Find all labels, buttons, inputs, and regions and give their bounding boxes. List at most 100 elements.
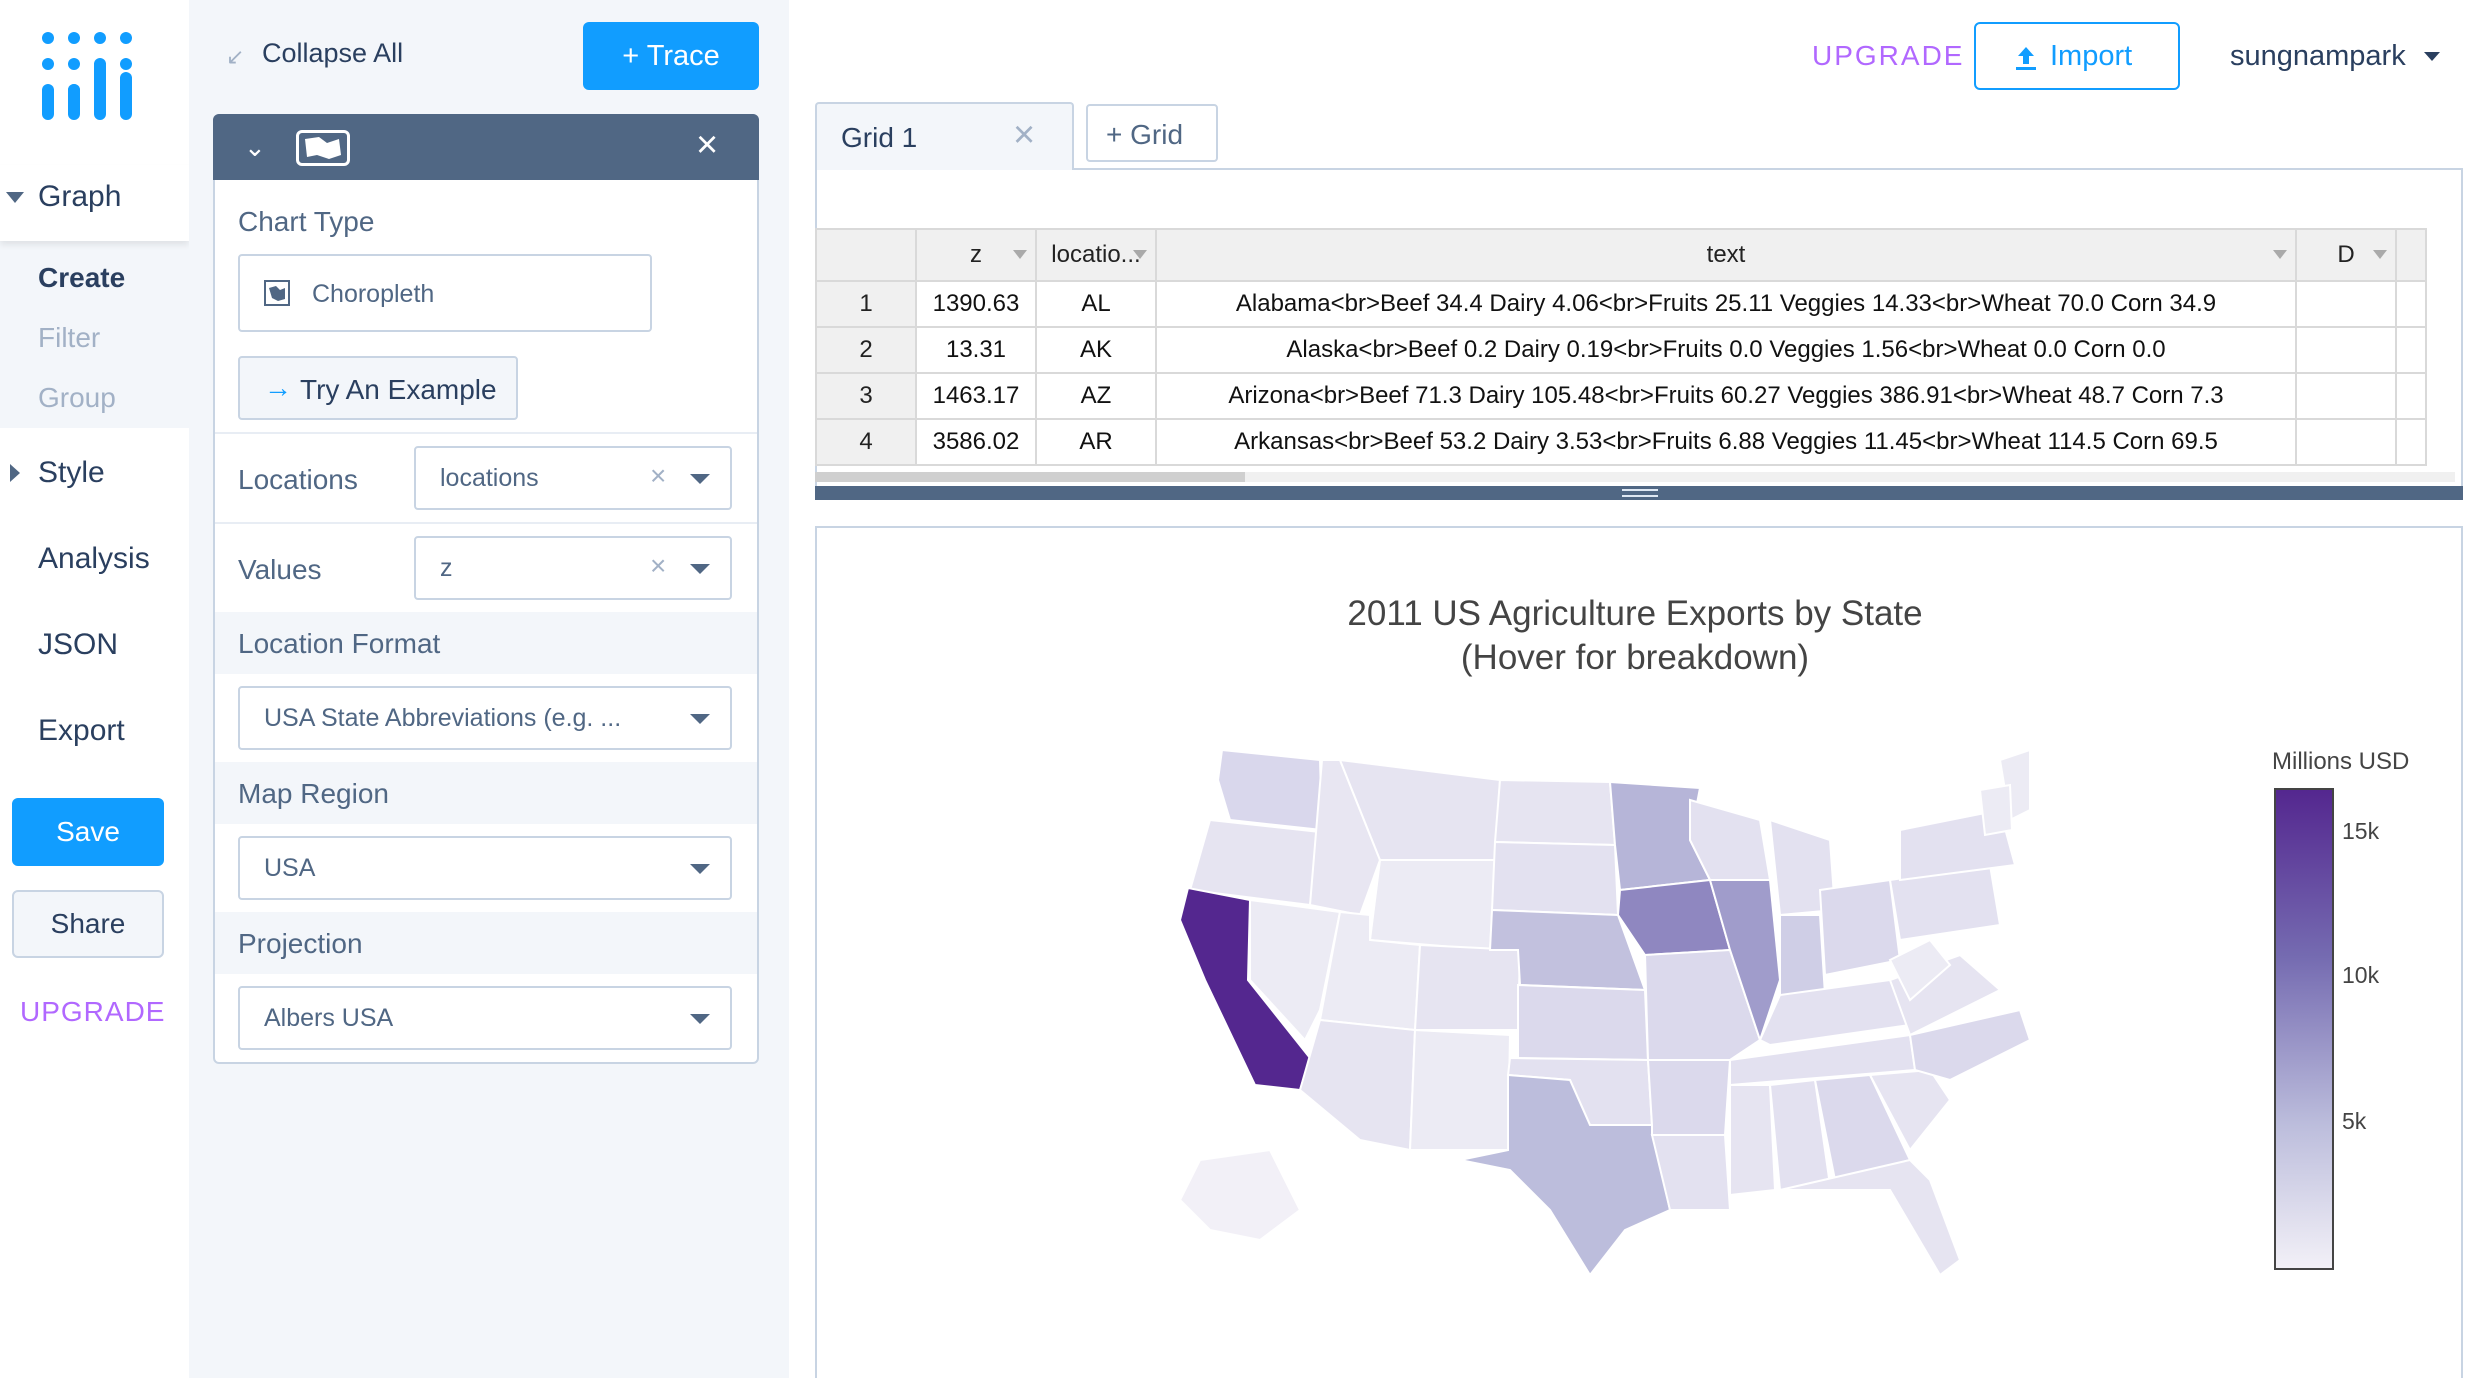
map-region-select[interactable]: USA [238, 836, 732, 900]
grid-cell[interactable] [2295, 280, 2397, 328]
drag-handle-icon[interactable] [1622, 489, 1658, 497]
tab-grid-1[interactable]: Grid 1 × [815, 102, 1074, 170]
state-ms [1729, 1084, 1777, 1197]
state-co [1413, 943, 1522, 1031]
close-tab-icon[interactable]: × [1013, 114, 1035, 157]
grid-cell[interactable]: AL [1035, 280, 1157, 328]
caret-down-icon [6, 192, 24, 203]
scrollbar-thumb[interactable] [815, 472, 1245, 482]
grid-cell[interactable]: 13.31 [915, 326, 1037, 374]
grid-cell[interactable] [2395, 418, 2427, 466]
nav-upgrade-link[interactable]: UPGRADE [20, 996, 165, 1028]
row-number[interactable]: 4 [815, 418, 917, 466]
table-row[interactable]: 2 13.31 AK Alaska<br>Beef 0.2 Dairy 0.19… [815, 326, 2427, 374]
state-nm [1408, 1028, 1512, 1151]
row-number[interactable]: 1 [815, 280, 917, 328]
collapse-all-button[interactable]: Collapse All [262, 38, 403, 69]
table-row[interactable]: 1 1390.63 AL Alabama<br>Beef 34.4 Dairy … [815, 280, 2427, 328]
import-button[interactable]: Import [1974, 22, 2180, 90]
location-format-select[interactable]: USA State Abbreviations (e.g. ... [238, 686, 732, 750]
chevron-down-icon[interactable]: ⌄ [244, 132, 266, 163]
colorbar [2274, 788, 2334, 1270]
grid-cell[interactable] [2395, 280, 2427, 328]
state-sd [1490, 840, 1620, 917]
column-header[interactable]: text [1155, 228, 2297, 282]
state-oh [1818, 878, 1902, 977]
column-header[interactable]: z [915, 228, 1037, 282]
grid-header-row: z locatio... text D [815, 228, 2427, 282]
table-row[interactable]: 3 1463.17 AZ Arizona<br>Beef 71.3 Dairy … [815, 372, 2427, 420]
trace-card-header[interactable] [213, 114, 759, 180]
table-row[interactable]: 4 3586.02 AR Arkansas<br>Beef 53.2 Dairy… [815, 418, 2427, 466]
values-label: Values [238, 554, 322, 585]
plot-subtitle: (Hover for breakdown) [1460, 638, 1810, 677]
plotly-logo-icon[interactable] [40, 30, 136, 122]
state-ar [1646, 1059, 1732, 1136]
column-header[interactable]: D [2295, 228, 2397, 282]
chart-type-select[interactable]: Choropleth [238, 254, 652, 332]
collapse-arrows-icon: ↙ [226, 44, 245, 69]
grid-cell[interactable] [2295, 418, 2397, 466]
state-wa [1216, 748, 1324, 832]
nav-item-filter[interactable]: Filter [38, 322, 100, 354]
save-button[interactable]: Save [12, 798, 164, 866]
grid-cell[interactable]: AK [1035, 326, 1157, 374]
column-menu-icon[interactable] [1013, 250, 1027, 259]
try-example-button[interactable]: → Try An Example [238, 356, 518, 420]
arrow-right-icon: → [264, 372, 292, 403]
column-menu-icon[interactable] [2373, 250, 2387, 259]
state-wy [1368, 859, 1497, 952]
header-upgrade-link[interactable]: UPGRADE [1812, 40, 1964, 72]
grid-cell[interactable]: Alabama<br>Beef 34.4 Dairy 4.06<br>Fruit… [1155, 280, 2297, 328]
grid-corner-cell[interactable] [815, 228, 917, 282]
state-az [1298, 1018, 1417, 1152]
row-number[interactable]: 3 [815, 372, 917, 420]
grid-cell[interactable]: AR [1035, 418, 1157, 466]
grid-cell[interactable]: 1463.17 [915, 372, 1037, 420]
column-header[interactable]: locatio... [1035, 228, 1157, 282]
nav-item-create[interactable]: Create [38, 262, 125, 294]
nav-style-label: Style [38, 456, 105, 489]
grid-cell[interactable]: Arkansas<br>Beef 53.2 Dairy 3.53<br>Frui… [1155, 418, 2297, 466]
projection-select[interactable]: Albers USA [238, 986, 732, 1050]
dropdown-arrow-icon [690, 1014, 710, 1024]
divider [215, 522, 757, 524]
grid-cell[interactable] [2395, 372, 2427, 420]
close-icon[interactable]: × [696, 124, 718, 167]
user-menu[interactable]: sungnampark [2230, 40, 2406, 73]
values-select[interactable]: z × [414, 536, 732, 600]
map-region-value: USA [264, 854, 316, 882]
nav-analysis-label: Analysis [38, 542, 150, 575]
grid-cell[interactable]: 1390.63 [915, 280, 1037, 328]
values-value: z [440, 554, 453, 582]
grid-cell[interactable] [2295, 326, 2397, 374]
clear-icon[interactable]: × [650, 550, 666, 582]
add-trace-button[interactable]: + Trace [583, 22, 759, 90]
column-header[interactable] [2395, 228, 2427, 282]
column-menu-icon[interactable] [1133, 250, 1147, 259]
grid-cell[interactable] [2295, 372, 2397, 420]
grid-cell[interactable]: Alaska<br>Beef 0.2 Dairy 0.19<br>Fruits … [1155, 326, 2297, 374]
nav-item-group[interactable]: Group [38, 382, 116, 414]
column-menu-icon[interactable] [2273, 250, 2287, 259]
divider [215, 432, 757, 434]
add-grid-label: + Grid [1106, 119, 1184, 150]
share-button[interactable]: Share [12, 890, 164, 958]
column-header-label: D [2337, 241, 2355, 268]
grid-cell[interactable]: 3586.02 [915, 418, 1037, 466]
grid-cell[interactable] [2395, 326, 2427, 374]
row-number[interactable]: 2 [815, 326, 917, 374]
grid-cell[interactable]: AZ [1035, 372, 1157, 420]
us-choropleth-map[interactable] [1170, 740, 2030, 1280]
data-grid: z locatio... text D 1 1390.63 AL Alabama… [815, 228, 2427, 466]
grid-cell[interactable]: Arizona<br>Beef 71.3 Dairy 105.48<br>Fru… [1155, 372, 2297, 420]
clear-icon[interactable]: × [650, 460, 666, 492]
choropleth-map-icon [296, 130, 350, 166]
dropdown-arrow-icon [690, 474, 710, 484]
caret-down-icon[interactable] [2424, 52, 2440, 61]
dropdown-arrow-icon [690, 714, 710, 724]
column-header-label: text [1706, 241, 1746, 268]
add-grid-button[interactable]: + Grid [1086, 104, 1218, 162]
location-format-value: USA State Abbreviations (e.g. ... [264, 704, 622, 732]
locations-select[interactable]: locations × [414, 446, 732, 510]
